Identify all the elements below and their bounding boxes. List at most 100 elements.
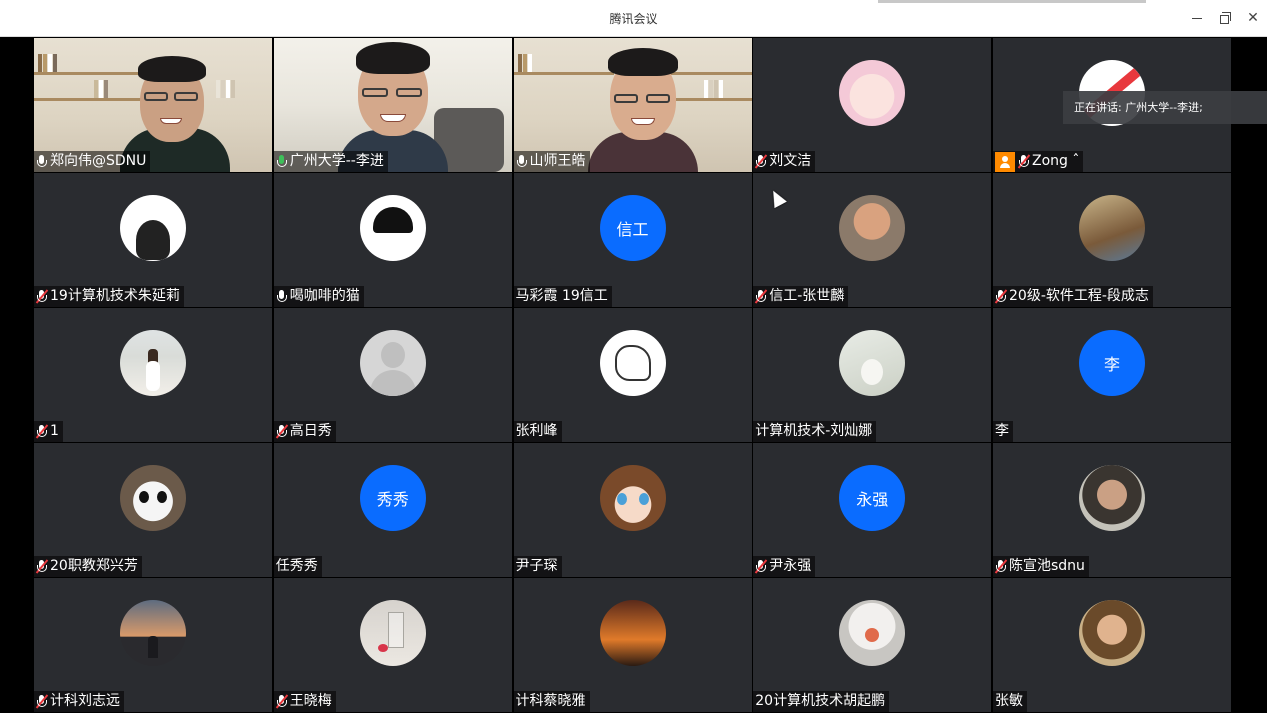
participant-name: 李 (995, 423, 1009, 439)
participant-name: 刘文洁 (769, 153, 812, 169)
text-avatar: 永强 (839, 465, 906, 531)
minimize-button[interactable] (1185, 6, 1209, 30)
mic-muted-icon (275, 693, 288, 710)
participant-nameplate: 高日秀 (273, 421, 336, 442)
participant-nameplate: 20职教郑兴芳 (34, 556, 142, 577)
participant-nameplate: 1 (34, 421, 63, 442)
participant-tile[interactable]: 郑向伟@SDNU (34, 38, 272, 172)
mic-muted-icon (35, 693, 49, 710)
participant-tile[interactable]: 高日秀 (273, 308, 512, 442)
mic-muted-icon (994, 288, 1008, 305)
participant-tile[interactable]: 20计算机技术胡起鹏 (753, 578, 992, 712)
participant-name: Zong ˆ (1032, 153, 1080, 169)
participant-name: 张利峰 (515, 423, 558, 439)
participant-nameplate: 20级-软件工程-段成志 (993, 286, 1153, 307)
participant-tile[interactable]: 尹子琛 (513, 443, 752, 577)
participant-tile[interactable]: 20职教郑兴芳 (34, 443, 272, 577)
participant-name: 喝咖啡的猫 (289, 288, 360, 304)
participant-name: 20计算机技术胡起鹏 (755, 693, 886, 709)
participant-name: 19计算机技术朱延莉 (50, 288, 180, 304)
participant-tile[interactable]: 计科刘志远 (34, 578, 272, 712)
participant-nameplate: 计算机技术-刘灿娜 (753, 421, 877, 442)
participant-tile[interactable]: 信工 马彩霞 19信工 (513, 173, 752, 307)
participant-tile[interactable]: 山师王皓 (513, 38, 752, 172)
participant-nameplate: 广州大学--李进 (273, 151, 388, 172)
participant-nameplate: 尹子琛 (513, 556, 562, 577)
participant-tile[interactable]: 喝咖啡的猫 (273, 173, 512, 307)
restore-icon (1219, 11, 1231, 24)
participant-name: 1 (50, 423, 59, 439)
participant-tile-active-speaker[interactable]: 广州大学--李进 (273, 38, 512, 172)
napoleon-avatar (1079, 195, 1145, 261)
bw-girl-avatar (359, 195, 426, 261)
participant-tile[interactable]: 张利峰 (513, 308, 752, 442)
panda-avatar (120, 465, 186, 531)
noodle-avatar (839, 600, 906, 666)
participant-name: 20职教郑兴芳 (50, 558, 138, 574)
participant-tile[interactable]: 秀秀 任秀秀 (273, 443, 512, 577)
participant-nameplate: 任秀秀 (273, 556, 322, 577)
participant-name: 信工-张世麟 (769, 288, 845, 304)
participant-name: 20级-软件工程-段成志 (1009, 288, 1149, 304)
participant-grid: 郑向伟@SDNU 广州大学--李进 山师王皓 刘文洁 Zong ˆ 19计算机技… (34, 38, 1231, 713)
glass-rose-avatar (359, 600, 426, 666)
participant-name: 陈宣池sdnu (1009, 558, 1085, 574)
participant-tile[interactable]: 20级-软件工程-段成志 (993, 173, 1231, 307)
mic-icon (276, 289, 288, 305)
participant-tile[interactable]: 王晓梅 (273, 578, 512, 712)
participant-name: 广州大学--李进 (289, 153, 384, 169)
mic-muted-icon (755, 558, 768, 575)
participant-name: 马彩霞 19信工 (515, 288, 608, 304)
text-avatar: 信工 (599, 195, 666, 261)
bw-masked-avatar (120, 195, 186, 261)
participant-nameplate: 计科蔡晓雅 (513, 691, 590, 712)
participant-nameplate: 陈宣池sdnu (993, 556, 1089, 577)
participant-name: 张敏 (995, 693, 1023, 709)
video-stage: 郑向伟@SDNU 广州大学--李进 山师王皓 刘文洁 Zong ˆ 19计算机技… (0, 38, 1267, 713)
participant-nameplate: 张敏 (993, 691, 1027, 712)
mic-muted-icon (755, 288, 768, 305)
participant-tile[interactable]: 永强 尹永强 (753, 443, 992, 577)
participant-tile[interactable]: 陈宣池sdnu (993, 443, 1231, 577)
title-bar: 腾讯会议 ✕ (0, 0, 1267, 37)
participant-name: 计科蔡晓雅 (515, 693, 586, 709)
participant-tile[interactable]: 李 李 (993, 308, 1231, 442)
participant-nameplate: 山师王皓 (513, 151, 590, 172)
participant-nameplate: 张利峰 (513, 421, 562, 442)
participant-name: 尹子琛 (515, 558, 558, 574)
participant-nameplate: 刘文洁 (753, 151, 816, 172)
mic-muted-icon (994, 558, 1008, 575)
painting-avatar (1079, 600, 1145, 666)
participant-nameplate: 计科刘志远 (34, 691, 124, 712)
notification-strip (878, 0, 1146, 3)
dinosaur-avatar (599, 330, 666, 396)
mic-muted-icon (35, 288, 49, 305)
host-badge-icon (995, 151, 1015, 172)
participant-tile[interactable]: 刘文洁 (753, 38, 992, 172)
restore-button[interactable] (1213, 6, 1237, 30)
mic-muted-icon (755, 153, 768, 170)
participant-tile[interactable]: 1 (34, 308, 272, 442)
participant-tile[interactable]: 计科蔡晓雅 (513, 578, 752, 712)
participant-nameplate: Zong ˆ (993, 151, 1084, 172)
mic-muted-icon (35, 423, 49, 440)
participant-nameplate: 王晓梅 (273, 691, 336, 712)
participant-nameplate: 信工-张世麟 (753, 286, 849, 307)
participant-tile[interactable]: 计算机技术-刘灿娜 (753, 308, 992, 442)
mic-muted-icon (35, 558, 49, 575)
participant-name: 王晓梅 (289, 693, 332, 709)
participant-tile[interactable]: 张敏 (993, 578, 1231, 712)
participant-name: 计科刘志远 (50, 693, 120, 709)
participant-tile[interactable]: 19计算机技术朱延莉 (34, 173, 272, 307)
participant-tile[interactable]: 信工-张世麟 (753, 173, 992, 307)
speaking-indicator: 正在讲话: 广州大学--李进; (1063, 91, 1267, 124)
mic-icon (516, 154, 528, 170)
mic-muted-icon (1017, 153, 1031, 170)
participant-nameplate: 郑向伟@SDNU (34, 151, 151, 172)
sunset-avatar (120, 600, 186, 666)
close-button[interactable]: ✕ (1241, 6, 1265, 30)
participant-name: 任秀秀 (275, 558, 318, 574)
rabbit-photo-avatar (839, 330, 906, 396)
default-avatar (359, 330, 426, 396)
participant-nameplate: 喝咖啡的猫 (273, 286, 364, 307)
